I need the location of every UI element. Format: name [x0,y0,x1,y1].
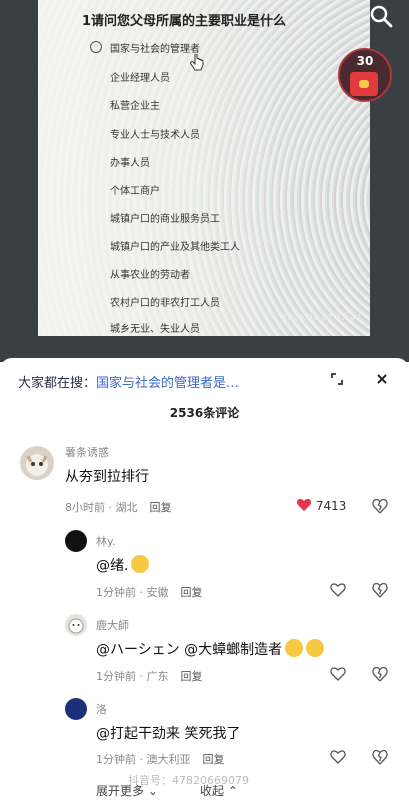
dislike-button[interactable] [372,498,388,514]
reply-button[interactable]: 回复 [203,753,225,766]
comment-text-content: @绪. [96,558,129,574]
comment-text-content: @ハーシェン @大蟑螂制造者 [96,642,283,658]
broken-heart-icon [372,582,388,598]
heart-outline-icon [330,667,346,681]
heart-outline-icon [330,583,346,597]
photo-timestamp: 2026.09.07 17:42 [282,313,362,322]
survey-option: 企业经理人员 [110,73,170,84]
dislike-button[interactable] [372,582,388,598]
comment-meta: 8小时前 · 湖北 回复 [65,501,172,514]
comment-time: 1分钟前 [96,753,136,766]
radio-circle-icon [90,41,102,53]
close-icon [377,374,387,384]
survey-screen [38,0,370,336]
comment-meta: 1分钟前 · 安徽 回复 [96,586,203,599]
like-button[interactable] [330,582,346,598]
reply-button[interactable]: 回复 [181,670,203,683]
laughing-emoji-icon [285,639,304,657]
laughing-emoji-icon [306,639,325,657]
comment-username[interactable]: 林y. [96,533,115,549]
avatar[interactable] [65,530,87,552]
expand-more-label: 展开更多 [96,784,145,798]
comment-count: 2536条评论 [169,406,240,420]
comment-text: @绪. [96,555,150,575]
survey-option: 城乡无业、失业人员 [110,324,200,335]
collapse-label: 收起 [200,784,225,798]
smile-emoji-icon [131,555,150,573]
trending-search-bar[interactable]: 大家都在搜：国家与社会的管理者是… [18,372,239,391]
comment-time: 1分钟前 [96,670,136,683]
heart-filled-icon [296,499,312,511]
comment-time: 1分钟前 [96,586,136,599]
survey-option: 城镇户口的产业及其他类工人 [110,242,240,253]
survey-option: 从事农业的劳动者 [110,270,190,281]
comment-location: 广东 [146,670,169,683]
broken-heart-icon [372,666,388,682]
trending-search-query[interactable]: 国家与社会的管理者是… [96,376,239,391]
like-button[interactable] [330,666,346,682]
comment-username[interactable]: 鹿大師 [96,617,129,633]
survey-option: 国家与社会的管理者 [110,44,200,55]
reply-button[interactable]: 回复 [150,501,172,514]
comment-meta: 1分钟前 · 澳大利亚 回复 [96,753,225,766]
comment-text: @打起干劲来 笑死我了 [96,726,241,742]
comment-text: 从夯到拉排行 [65,469,149,485]
dislike-button[interactable] [372,666,388,682]
heart-outline-icon [330,750,346,764]
comment-meta: 1分钟前 · 广东 回复 [96,670,203,683]
comment-location: 澳大利亚 [146,753,191,766]
comment-location: 湖北 [115,501,138,514]
survey-option: 专业人士与技术人员 [110,130,200,141]
trending-search-prefix: 大家都在搜： [18,376,97,391]
reward-badge[interactable]: 30 [338,48,392,112]
broken-heart-icon [372,749,388,765]
like-count: 7413 [315,499,347,513]
survey-option: 农村户口的非农打工人员 [110,298,220,309]
broken-heart-icon [372,498,388,514]
comment-location: 安徽 [146,586,169,599]
search-icon [370,5,393,28]
expand-more-button[interactable]: 展开更多 ⌄ [96,782,158,799]
search-button[interactable] [367,2,395,30]
survey-option: 城镇户口的商业服务员工 [110,214,220,225]
chevron-up-icon: ⌃ [227,784,238,798]
like-button[interactable]: 7413 [296,498,346,513]
hand-cursor-icon [190,53,204,76]
comment-username[interactable]: 洛 [96,701,107,717]
comment-username[interactable]: 薯条诱惑 [65,444,109,460]
survey-question-title: 1请问您父母所属的主要职业是什么 [82,14,287,29]
like-button[interactable] [330,749,346,765]
avatar[interactable] [20,446,54,480]
chevron-down-icon: ⌄ [147,784,158,798]
survey-option: 私营企业主 [110,101,160,112]
reward-count: 30 [356,54,374,68]
dislike-button[interactable] [372,749,388,765]
collapse-button[interactable]: 收起 ⌃ [200,782,238,799]
comment-text: @ハーシェン @大蟑螂制造者 [96,639,325,659]
comment-time: 8小时前 [65,501,105,514]
survey-option: 个体工商户 [110,186,160,197]
red-envelope-icon [350,72,378,96]
reply-button[interactable]: 回复 [181,586,203,599]
close-button[interactable] [375,372,389,390]
survey-option: 办事人员 [110,158,150,169]
avatar[interactable] [65,614,87,636]
expand-icon[interactable] [330,372,344,390]
comment-sheet: 大家都在搜：国家与社会的管理者是… 2536条评论 薯条诱惑 从夯到拉排行 8小… [0,358,409,800]
avatar[interactable] [65,698,87,720]
